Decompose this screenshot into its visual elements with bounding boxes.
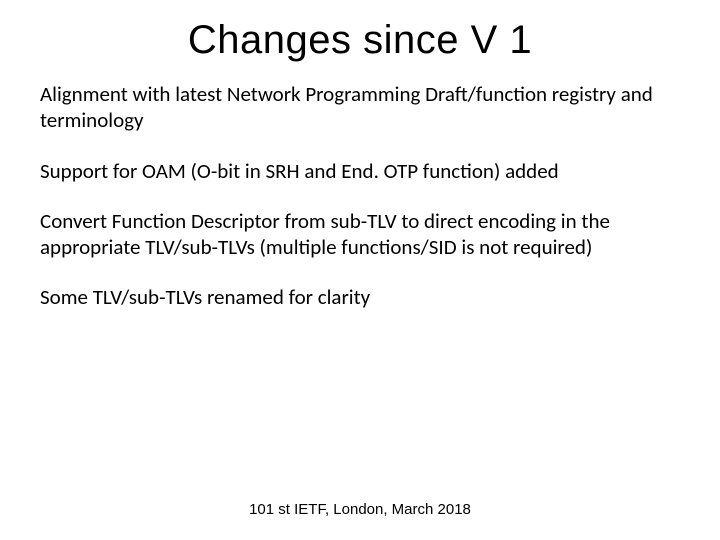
- paragraph-1: Alignment with latest Network Programmin…: [40, 81, 680, 134]
- paragraph-3: Convert Function Descriptor from sub-TLV…: [40, 208, 680, 261]
- slide-footer: 101 st IETF, London, March 2018: [0, 501, 720, 518]
- paragraph-2: Support for OAM (O-bit in SRH and End. O…: [40, 158, 680, 184]
- paragraph-4: Some TLV/sub-TLVs renamed for clarity: [40, 284, 680, 310]
- slide-title: Changes since V 1: [40, 18, 680, 63]
- slide: Changes since V 1 Alignment with latest …: [0, 0, 720, 540]
